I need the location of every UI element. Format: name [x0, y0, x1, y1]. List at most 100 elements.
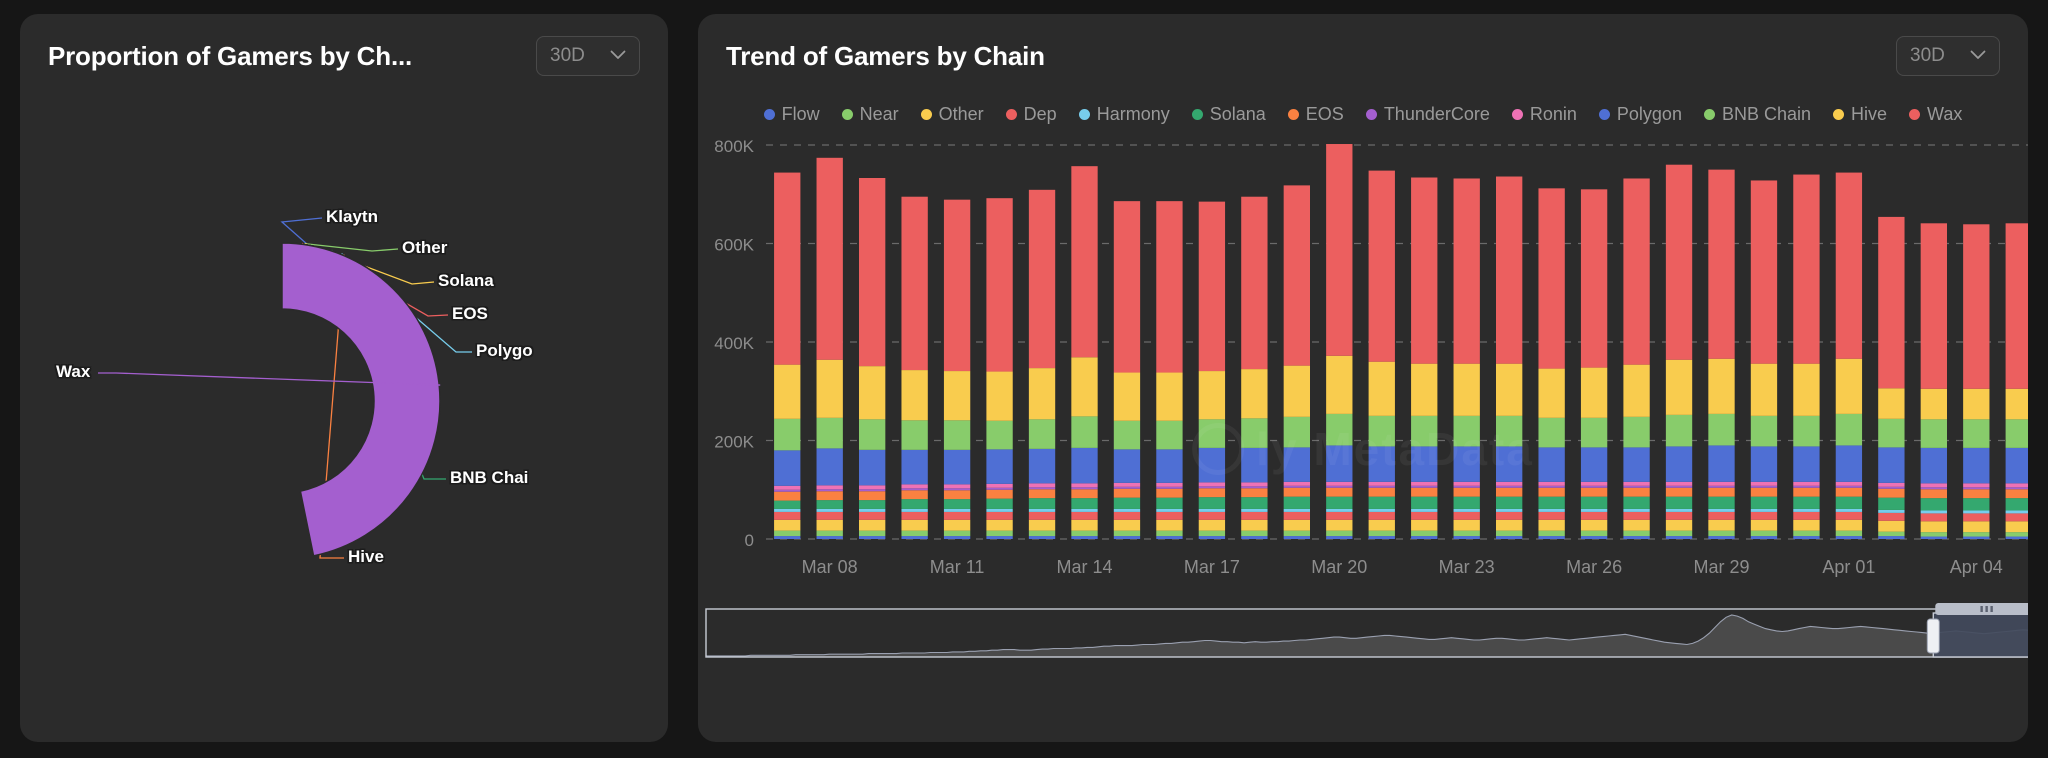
bar-segment-wax — [1580, 189, 1608, 368]
bar-group[interactable] — [1496, 176, 1523, 539]
bar-segment-bnb-chain — [1835, 413, 1863, 446]
bar-segment-other — [1878, 520, 1905, 532]
bar-segment-near — [859, 530, 886, 537]
bar-segment-thundercore — [1071, 487, 1098, 490]
bar-segment-dep — [1665, 511, 1693, 520]
legend-item-harmony[interactable]: Harmony — [1078, 104, 1170, 125]
bar-group[interactable] — [943, 199, 971, 539]
bar-segment-hive — [1113, 372, 1141, 421]
legend-item-dep[interactable]: Dep — [1005, 104, 1057, 125]
legend-item-wax[interactable]: Wax — [1909, 104, 1962, 125]
bar-group[interactable] — [1878, 216, 1905, 539]
bar-segment-hive — [2005, 388, 2028, 420]
legend-item-eos[interactable]: EOS — [1287, 104, 1344, 125]
brush-left-handle[interactable] — [1926, 618, 1940, 654]
bar-segment-polygon — [1198, 447, 1226, 483]
legend-item-other[interactable]: Other — [920, 104, 984, 125]
bar-group[interactable] — [1368, 170, 1395, 539]
bar-segment-thundercore — [1623, 485, 1650, 488]
range-brush[interactable] — [698, 601, 2028, 671]
legend-item-flow[interactable]: Flow — [763, 104, 820, 125]
bar-segment-polygon — [1835, 445, 1863, 482]
brush-svg[interactable] — [698, 601, 2028, 671]
bar-group[interactable] — [986, 198, 1013, 539]
donut-slice-wax[interactable] — [281, 242, 441, 557]
bar-segment-harmony — [816, 508, 843, 512]
legend-item-near[interactable]: Near — [841, 104, 899, 125]
bar-segment-solana — [1368, 496, 1395, 509]
bar-group[interactable] — [1665, 164, 1693, 539]
bar-segment-dep — [901, 511, 928, 520]
bar-segment-thundercore — [1835, 485, 1863, 488]
bar-segment-bnb-chain — [1496, 415, 1523, 447]
bar-segment-dep — [1071, 511, 1098, 520]
chart-legend: Flow Near Other Dep Harmony Solana EOS ThunderC… — [698, 76, 2028, 131]
bar-group[interactable] — [1326, 144, 1353, 539]
bar-group[interactable] — [1453, 178, 1480, 539]
bar-group[interactable] — [1835, 172, 1863, 539]
bar-group[interactable] — [2005, 223, 2028, 539]
range-select-trend[interactable]: 30D — [1896, 36, 2000, 76]
legend-item-thundercore[interactable]: ThunderCore — [1365, 104, 1490, 125]
bar-segment-harmony — [1623, 508, 1650, 512]
bar-segment-bnb-chain — [1113, 420, 1141, 450]
legend-item-bnb-chain[interactable]: BNB Chain — [1703, 104, 1811, 125]
bar-segment-bnb-chain — [1028, 419, 1056, 449]
brush-selection[interactable] — [1932, 612, 2028, 658]
bar-group[interactable] — [1580, 189, 1608, 539]
legend-item-polygon[interactable]: Polygon — [1598, 104, 1682, 125]
bar-segment-dep — [1538, 511, 1565, 520]
bar-group[interactable] — [1538, 188, 1565, 539]
bar-group[interactable] — [1750, 180, 1778, 539]
legend-color-dot — [920, 109, 932, 120]
bar-group[interactable] — [1920, 223, 1947, 539]
bar-segment-harmony — [1665, 508, 1693, 512]
bar-segment-eos — [1878, 488, 1905, 498]
bar-segment-eos — [1538, 487, 1565, 497]
bar-group[interactable] — [1411, 177, 1438, 539]
bar-segment-solana — [1198, 497, 1226, 509]
bar-group[interactable] — [816, 157, 843, 539]
bar-group[interactable] — [1071, 166, 1098, 539]
bar-group[interactable] — [901, 196, 928, 539]
bar-segment-polygon — [1623, 447, 1650, 482]
bar-segment-flow — [1963, 536, 1990, 539]
bar-segment-bnb-chain — [1963, 419, 1990, 448]
bar-segment-harmony — [1368, 508, 1395, 512]
donut-label-other: Other — [402, 238, 448, 257]
legend-item-ronin[interactable]: Ronin — [1511, 104, 1577, 125]
bar-group[interactable] — [859, 177, 886, 539]
bar-segment-solana — [943, 499, 971, 509]
bar-segment-polygon — [1411, 446, 1438, 482]
bar-group[interactable] — [1028, 189, 1056, 539]
bar-group[interactable] — [1623, 178, 1650, 539]
bar-segment-bnb-chain — [1453, 415, 1480, 447]
bar-segment-eos — [1411, 487, 1438, 497]
bar-segment-thundercore — [1708, 485, 1735, 488]
bar-group[interactable] — [1156, 201, 1183, 539]
x-axis-tick-label: Mar 11 — [930, 557, 985, 577]
bar-group[interactable] — [774, 172, 801, 539]
bar-segment-eos — [901, 490, 928, 500]
bar-segment-flow — [1878, 536, 1905, 539]
bar-segment-flow — [1708, 536, 1735, 539]
bar-segment-eos — [774, 491, 801, 501]
donut-chart: Klaytn Other Solana EOS Polygo BNB Chai Hive Wa… — [20, 76, 668, 742]
bar-group[interactable] — [1963, 224, 1990, 539]
bar-group[interactable] — [1708, 169, 1735, 539]
bar-segment-bnb-chain — [816, 417, 843, 449]
bar-group[interactable] — [1113, 201, 1141, 539]
bar-segment-near — [1241, 530, 1268, 537]
range-select-proportion[interactable]: 30D — [536, 36, 640, 76]
bar-segment-ronin — [1665, 481, 1693, 486]
bar-group[interactable] — [1241, 196, 1268, 539]
legend-item-hive[interactable]: Hive — [1833, 104, 1887, 125]
bar-group[interactable] — [1283, 185, 1310, 539]
legend-item-solana[interactable]: Solana — [1191, 104, 1266, 125]
bar-segment-thundercore — [1665, 485, 1693, 488]
bar-segment-polygon — [1878, 447, 1905, 483]
bar-group[interactable] — [1198, 201, 1226, 539]
bar-group[interactable] — [1793, 174, 1820, 539]
bar-segment-bnb-chain — [1580, 417, 1608, 448]
bar-segment-bnb-chain — [1538, 417, 1565, 448]
